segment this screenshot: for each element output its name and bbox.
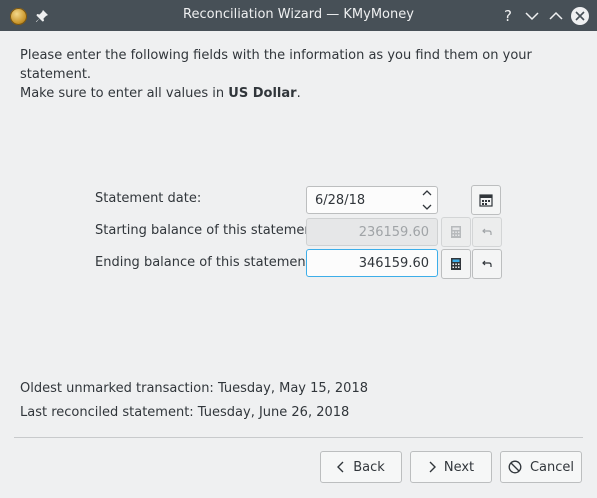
minimize-icon[interactable] xyxy=(521,5,543,27)
chevron-left-icon xyxy=(337,461,344,473)
back-button[interactable]: Back xyxy=(320,451,402,483)
calculator-icon xyxy=(451,258,461,270)
spin-down-icon[interactable] xyxy=(422,204,432,211)
maximize-icon[interactable] xyxy=(545,5,567,27)
intro-text: Please enter the following fields with t… xyxy=(20,46,580,103)
ending-balance-field[interactable] xyxy=(306,249,438,277)
calendar-icon xyxy=(479,194,493,207)
ending-balance-undo-button[interactable] xyxy=(472,249,502,279)
oldest-unmarked-text: Oldest unmarked transaction: Tuesday, Ma… xyxy=(20,381,368,396)
intro-line-2-suffix: . xyxy=(296,86,301,101)
starting-balance-field xyxy=(306,218,438,246)
next-button-label: Next xyxy=(443,459,475,475)
last-reconciled-text: Last reconciled statement: Tuesday, June… xyxy=(20,405,350,420)
statement-date-input[interactable] xyxy=(307,187,437,213)
help-icon[interactable]: ? xyxy=(497,5,519,27)
divider xyxy=(14,437,583,438)
statement-date-label: Statement date: xyxy=(95,191,202,206)
title-bar: Reconciliation Wizard — KMyMoney ? xyxy=(0,0,597,31)
starting-balance-calculator-button xyxy=(441,217,471,247)
intro-line-1: Please enter the following fields with t… xyxy=(20,48,532,82)
statement-date-field[interactable] xyxy=(306,186,438,214)
calculator-icon xyxy=(451,226,461,238)
next-button[interactable]: Next xyxy=(410,451,492,483)
spin-up-icon[interactable] xyxy=(422,189,432,196)
ending-balance-label: Ending balance of this statement: xyxy=(95,255,316,270)
starting-balance-input xyxy=(307,219,437,245)
cancel-button[interactable]: Cancel xyxy=(500,451,582,483)
currency-name: US Dollar xyxy=(228,86,297,101)
starting-balance-label: Starting balance of this statement: xyxy=(95,223,323,238)
close-icon[interactable] xyxy=(569,5,591,27)
calendar-button[interactable] xyxy=(471,185,501,215)
undo-icon xyxy=(482,260,492,267)
date-spinner[interactable] xyxy=(419,189,435,211)
intro-line-2: Make sure to enter all values in US Doll… xyxy=(20,84,580,103)
cancel-icon xyxy=(508,460,522,474)
starting-balance-undo-button xyxy=(472,217,502,247)
cancel-button-label: Cancel xyxy=(529,459,575,475)
ending-balance-calculator-button[interactable] xyxy=(441,249,471,279)
back-button-label: Back xyxy=(353,459,385,475)
undo-icon xyxy=(482,228,492,235)
ending-balance-input[interactable] xyxy=(307,250,437,276)
chevron-right-icon xyxy=(429,461,436,473)
intro-line-2-prefix: Make sure to enter all values in xyxy=(20,86,229,101)
